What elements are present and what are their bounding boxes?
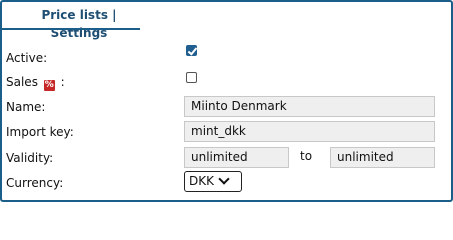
currency-label: Currency:	[6, 176, 64, 190]
sales-label: Sales % :	[6, 75, 65, 91]
name-field[interactable]: Miinto Denmark	[184, 96, 435, 117]
validity-to-label: to	[300, 149, 313, 163]
validity-from-field[interactable]: unlimited	[184, 147, 289, 168]
active-tab-indicator	[2, 28, 140, 30]
validity-label: Validity:	[6, 151, 54, 165]
currency-select-value: DKK	[189, 174, 214, 188]
tab-bar: Price lists | Settings	[2, 2, 451, 40]
chevron-down-icon	[218, 173, 230, 185]
percent-icon: %	[43, 80, 55, 91]
name-label: Name:	[6, 100, 46, 114]
settings-panel: Price lists | Settings Active: Sales % :…	[0, 0, 453, 202]
active-label: Active:	[6, 51, 48, 65]
sales-label-colon: :	[60, 75, 65, 89]
sales-checkbox[interactable]	[186, 72, 197, 83]
currency-select[interactable]: DKK	[184, 171, 242, 192]
sales-label-text: Sales	[6, 75, 38, 89]
tab-price-lists-settings[interactable]: Price lists | Settings	[12, 6, 146, 40]
validity-to-field[interactable]: unlimited	[330, 147, 435, 168]
import-key-field[interactable]: mint_dkk	[184, 121, 435, 142]
import-key-label: Import key:	[6, 125, 74, 139]
active-checkbox[interactable]	[186, 45, 197, 56]
